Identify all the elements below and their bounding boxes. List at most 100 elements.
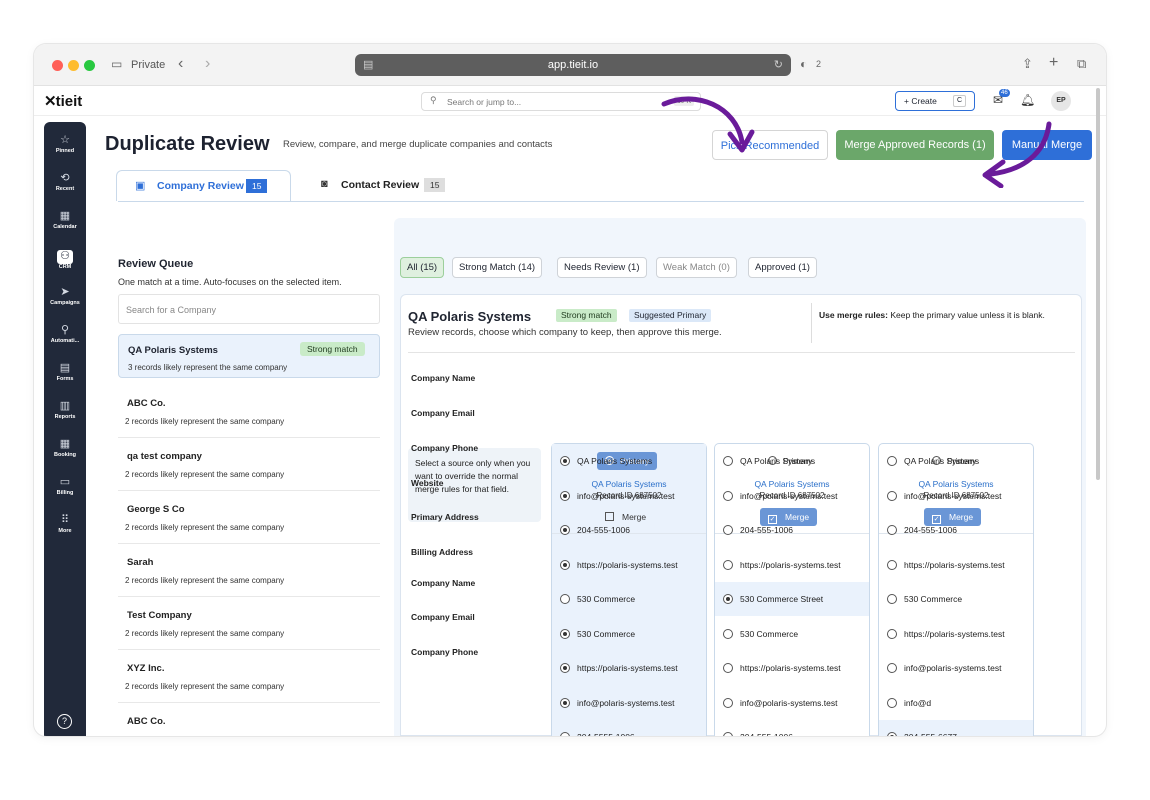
sidebar-item-billing[interactable]: ▭ Billing: [44, 476, 86, 497]
tab-contact-count: 15: [424, 178, 446, 192]
queue-item-name: qa test company: [127, 451, 202, 462]
queue-item[interactable]: Test Company 2 records likely represent t…: [118, 598, 380, 650]
field-value-option[interactable]: 204-555-1006: [552, 513, 706, 547]
filter-approved[interactable]: Approved (1): [748, 257, 817, 278]
sidebar-item-reports[interactable]: ▥ Reports: [44, 400, 86, 421]
logo-text: tieit: [55, 93, 83, 110]
field-value-option[interactable]: 530 Commerce: [552, 582, 706, 616]
page-subtitle: Review, compare, and merge duplicate com…: [283, 139, 553, 150]
filter-weak-match[interactable]: Weak Match (0): [656, 257, 737, 278]
field-value-option[interactable]: https://polaris-systems.test: [552, 651, 706, 685]
sidebar-item-booking[interactable]: ▦ Booking: [44, 438, 86, 459]
field-value: https://polaris-systems.test: [577, 560, 678, 570]
contact-icon: ◙: [321, 178, 328, 190]
field-value-option[interactable]: QA Polaris Systems: [715, 444, 869, 478]
queue-item[interactable]: qa test company 2 records likely represen…: [118, 439, 380, 491]
sidebar-item-campaigns[interactable]: ➤ Campaigns: [44, 286, 86, 307]
field-value: info@polaris-systems.test: [904, 663, 1002, 673]
field-value-option[interactable]: 530 Commerce: [715, 617, 869, 651]
tab-company-count: 15: [246, 179, 268, 193]
radio-icon: [723, 732, 733, 736]
field-value-option[interactable]: QA Polaris Systems: [552, 444, 706, 478]
field-value-option[interactable]: info@polaris-systems.test: [552, 479, 706, 513]
sidebar-toggle-icon[interactable]: ▭: [111, 57, 122, 71]
field-value: info@polaris-systems.test: [904, 491, 1002, 501]
field-value-option[interactable]: 530 Commerce: [879, 582, 1033, 616]
tab-contact-review[interactable]: ◙ Contact Review 15: [321, 170, 491, 201]
url-bar[interactable]: ▤ app.tieit.io ↻: [355, 54, 791, 76]
maximize-window-button[interactable]: [84, 60, 95, 71]
field-value-option[interactable]: info@polaris-systems.test: [715, 479, 869, 513]
queue-item-desc: 2 records likely represent the same comp…: [125, 470, 285, 479]
campaigns-icon: ➤: [60, 286, 70, 298]
new-tab-icon[interactable]: +: [1049, 54, 1058, 72]
create-shortcut: C: [952, 95, 966, 107]
queue-item[interactable]: XYZ Inc. 2 records likely represent the s…: [118, 651, 380, 703]
sidebar-item-recent[interactable]: ⟲ Recent: [44, 172, 86, 193]
radio-icon: [560, 491, 570, 501]
sidebar-item-automati[interactable]: ⚲ Automati...: [44, 324, 86, 345]
app-header: ✕tieit ⚲ Search or jump to... ⌘ K + Crea…: [34, 86, 1106, 116]
radio-icon: [560, 525, 570, 535]
field-value-option[interactable]: info@d: [879, 686, 1033, 720]
minimize-window-button[interactable]: [68, 60, 79, 71]
create-button[interactable]: + Create C: [895, 91, 975, 111]
field-value-option[interactable]: https://polaris-systems.test: [879, 548, 1033, 582]
reload-icon[interactable]: ↻: [774, 54, 783, 76]
queue-item[interactable]: ABC Co. 2 records likely represent the sa…: [118, 704, 380, 736]
tab-company-review[interactable]: ▣ Company Review 15: [116, 170, 291, 201]
plus-icon: +: [904, 96, 909, 106]
field-value-option[interactable]: 204-555-6677: [879, 720, 1033, 736]
queue-item[interactable]: Sarah 2 records likely represent the same…: [118, 545, 380, 597]
field-value-option[interactable]: 204-5555-1006: [552, 720, 706, 736]
field-value-option[interactable]: https://polaris-systems.test: [552, 548, 706, 582]
field-value-option[interactable]: QA Polaris Systems: [879, 444, 1033, 478]
field-value-option[interactable]: 204-555-1006: [879, 513, 1033, 547]
back-icon[interactable]: ‹: [178, 55, 183, 73]
field-value: 530 Commerce: [904, 594, 963, 604]
field-value-option[interactable]: https://polaris-systems.test: [715, 548, 869, 582]
field-value-option[interactable]: 204-555-1006: [715, 513, 869, 547]
avatar[interactable]: EP: [1051, 91, 1071, 111]
queue-search-input[interactable]: Search for a Company: [118, 294, 380, 324]
sidebar-item-crm[interactable]: ⚇ CRM: [44, 246, 86, 271]
close-window-button[interactable]: [52, 60, 63, 71]
sidebar-item-forms[interactable]: ▤ Forms: [44, 362, 86, 383]
field-value-option[interactable]: info@polaris-systems.test: [879, 479, 1033, 513]
shield-icon[interactable]: ◐: [800, 57, 807, 71]
bell-icon[interactable]: 🔔︎: [1020, 93, 1035, 107]
filter-needs-review[interactable]: Needs Review (1): [557, 257, 647, 278]
field-value-option[interactable]: info@polaris-systems.test: [715, 686, 869, 720]
match-description: Review records, choose which company to …: [408, 327, 722, 338]
queue-item-selected[interactable]: QA Polaris Systems Strong match 3 record…: [118, 334, 380, 378]
field-value: 204-555-1006: [740, 732, 793, 736]
filter-strong-match[interactable]: Strong Match (14): [452, 257, 543, 278]
strong-match-badge: Strong match: [300, 342, 365, 356]
field-value-option[interactable]: 530 Commerce Street: [715, 582, 869, 616]
reports-icon: ▥: [59, 400, 71, 412]
scrollbar[interactable]: [1096, 88, 1100, 480]
sidebar-item-pinned[interactable]: ☆ Pinned: [44, 134, 86, 155]
forward-icon[interactable]: ›: [205, 55, 210, 73]
field-value-option[interactable]: 530 Commerce: [552, 617, 706, 651]
app-logo[interactable]: ✕tieit: [44, 92, 82, 110]
filter-all[interactable]: All (15): [400, 257, 445, 278]
field-value-option[interactable]: info@polaris-systems.test: [552, 686, 706, 720]
sidebar-label: Recent: [55, 186, 75, 192]
automati-icon: ⚲: [60, 324, 70, 336]
sidebar-item-more[interactable]: ⠿ More: [44, 514, 86, 535]
share-icon[interactable]: ⇪: [1022, 56, 1033, 72]
queue-item[interactable]: George S Co 2 records likely represent th…: [118, 492, 380, 544]
field-value-option[interactable]: https://polaris-systems.test: [715, 651, 869, 685]
record-column: Primary QA Polaris Systems Record ID 68750…: [551, 443, 707, 736]
field-value: QA Polaris Systems: [904, 456, 980, 466]
tabs-overview-icon[interactable]: ⧉: [1077, 56, 1086, 72]
field-value-option[interactable]: 204-555-1006: [715, 720, 869, 736]
field-value-option[interactable]: https://polaris-systems.test: [879, 617, 1033, 651]
radio-icon: [887, 456, 897, 466]
queue-item[interactable]: ABC Co. 2 records likely represent the sa…: [118, 386, 380, 438]
field-value-option[interactable]: info@polaris-systems.test: [879, 651, 1033, 685]
field-value: https://polaris-systems.test: [904, 560, 1005, 570]
sidebar-item-calendar[interactable]: ▦ Calendar: [44, 210, 86, 231]
help-icon[interactable]: ?: [57, 714, 72, 729]
